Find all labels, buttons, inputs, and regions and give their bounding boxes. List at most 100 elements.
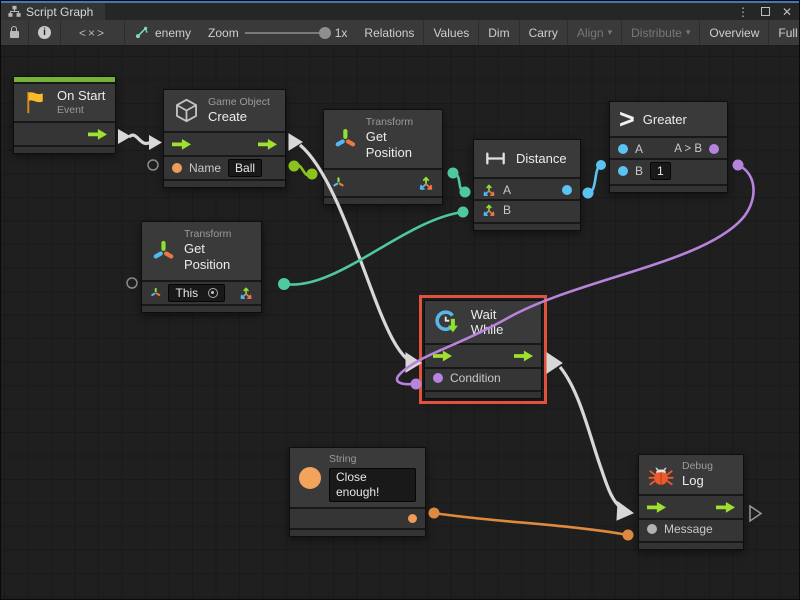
port-label: Message xyxy=(664,522,713,536)
object-picker-icon[interactable] xyxy=(208,288,218,298)
node-get-position-top[interactable]: Transform Get Position xyxy=(323,109,443,205)
wait-clock-icon xyxy=(434,308,463,337)
node-get-position-bottom[interactable]: Transform Get Position This xyxy=(141,221,262,313)
a-in-port[interactable] xyxy=(618,144,628,154)
window-menu-icon[interactable]: ⋮ xyxy=(737,5,749,19)
distance-icon xyxy=(483,146,508,171)
full-screen-label: Full Screen xyxy=(778,26,800,40)
exec-in-port[interactable] xyxy=(172,138,191,150)
node-footer xyxy=(290,530,425,536)
vector3-in-port-a[interactable] xyxy=(482,183,496,197)
flag-icon xyxy=(22,89,49,116)
full-screen-button[interactable]: Full Screen xyxy=(769,20,800,45)
tab-script-graph[interactable]: Script Graph xyxy=(1,3,105,20)
node-footer xyxy=(14,147,115,153)
inspect-button[interactable]: i xyxy=(29,20,61,45)
node-distance[interactable]: Distance A B xyxy=(473,139,581,231)
node-category: Transform xyxy=(184,228,252,241)
vector3-out-port[interactable] xyxy=(418,175,434,191)
node-category: Debug xyxy=(682,460,713,473)
string-value-field[interactable]: Close enough! xyxy=(329,468,416,502)
overview-label: Overview xyxy=(709,26,759,40)
node-footer xyxy=(610,186,727,192)
exec-out-port[interactable] xyxy=(88,128,107,140)
chevron-down-icon: ▾ xyxy=(608,27,613,38)
carry-button[interactable]: Carry xyxy=(520,20,568,45)
node-debug-log[interactable]: Debug Log Message xyxy=(638,454,744,550)
distribute-label: Distribute xyxy=(631,26,682,40)
transform-in-port[interactable] xyxy=(150,286,161,299)
values-button[interactable]: Values xyxy=(424,20,479,45)
zoom-slider[interactable] xyxy=(245,32,329,34)
string-icon xyxy=(299,467,321,489)
carry-label: Carry xyxy=(529,26,558,40)
node-create-game-object[interactable]: Game Object Create Name Ball xyxy=(163,89,286,188)
zoom-label: Zoom xyxy=(208,26,239,40)
zoom-value: 1x xyxy=(335,26,348,40)
exec-out-port[interactable] xyxy=(514,350,533,362)
close-icon[interactable]: ✕ xyxy=(782,5,792,19)
lock-button[interactable] xyxy=(1,20,29,45)
node-on-start-event[interactable]: On Start Event xyxy=(13,76,116,154)
bug-icon xyxy=(648,462,674,488)
overview-button[interactable]: Overview xyxy=(700,20,769,45)
node-category: Event xyxy=(57,104,105,117)
game-object-out-port[interactable] xyxy=(276,160,277,176)
exec-out-port[interactable] xyxy=(716,501,735,513)
relations-label: Relations xyxy=(364,26,414,40)
maximize-icon[interactable] xyxy=(761,7,770,16)
port-label: A xyxy=(635,142,643,156)
exec-in-port[interactable] xyxy=(433,350,452,362)
node-category: String xyxy=(329,453,416,466)
dim-button[interactable]: Dim xyxy=(479,20,519,45)
condition-in-port[interactable] xyxy=(433,373,443,383)
port-label: B xyxy=(503,203,511,217)
node-wait-while[interactable]: Wait While Condition xyxy=(424,300,542,399)
align-label: Align xyxy=(577,26,604,40)
title-bar: Script Graph ⋮ ✕ xyxy=(1,3,800,20)
zoom-slider-handle[interactable] xyxy=(319,27,331,39)
node-greater[interactable]: > Greater A A > B B 1 xyxy=(609,101,728,193)
node-category: Game Object xyxy=(208,96,270,109)
target-field[interactable]: This xyxy=(168,284,224,302)
relations-button[interactable]: Relations xyxy=(355,20,424,45)
port-label: Condition xyxy=(450,371,501,385)
name-field[interactable]: Ball xyxy=(228,159,262,177)
vector3-out-port[interactable] xyxy=(239,285,253,301)
exec-in-port[interactable] xyxy=(647,501,666,513)
node-footer xyxy=(164,181,285,187)
code-icon: <×> xyxy=(79,26,106,40)
value-preview-button[interactable]: <×> xyxy=(61,20,125,45)
breadcrumb[interactable]: enemy xyxy=(125,20,200,45)
b-field-value: 1 xyxy=(657,164,664,178)
script-graph-icon xyxy=(8,5,21,18)
script-graph-window: Script Graph ⋮ ✕ i <×> enemy Zoom 1x Rel… xyxy=(0,0,800,600)
values-label: Values xyxy=(433,26,469,40)
b-value-field[interactable]: 1 xyxy=(650,162,671,180)
port-label: A xyxy=(503,183,511,197)
vector3-in-port-b[interactable] xyxy=(482,203,496,217)
node-footer xyxy=(474,224,580,230)
string-field-value: Close enough! xyxy=(336,470,409,500)
name-in-port[interactable] xyxy=(172,163,182,173)
b-in-port[interactable] xyxy=(618,166,628,176)
result-out-port[interactable] xyxy=(709,144,719,154)
node-title: Distance xyxy=(516,151,567,166)
node-string-literal[interactable]: String Close enough! xyxy=(289,447,426,537)
align-dropdown[interactable]: Align ▾ xyxy=(568,20,622,45)
transform-in-port[interactable] xyxy=(332,176,345,189)
result-out-port[interactable] xyxy=(562,185,572,195)
name-field-value: Ball xyxy=(235,161,255,175)
node-title: Get Position xyxy=(184,241,252,274)
node-footer xyxy=(639,543,743,549)
zoom-control: Zoom 1x xyxy=(200,20,355,45)
node-title: Wait While xyxy=(471,307,532,337)
port-label: B xyxy=(635,164,643,178)
port-label: Name xyxy=(189,161,221,175)
message-in-port[interactable] xyxy=(647,524,657,534)
tab-title: Script Graph xyxy=(26,5,93,19)
node-title: Create xyxy=(208,109,270,125)
distribute-dropdown[interactable]: Distribute▾ xyxy=(622,20,700,45)
exec-out-port[interactable] xyxy=(258,138,277,150)
string-out-port[interactable] xyxy=(408,514,417,523)
